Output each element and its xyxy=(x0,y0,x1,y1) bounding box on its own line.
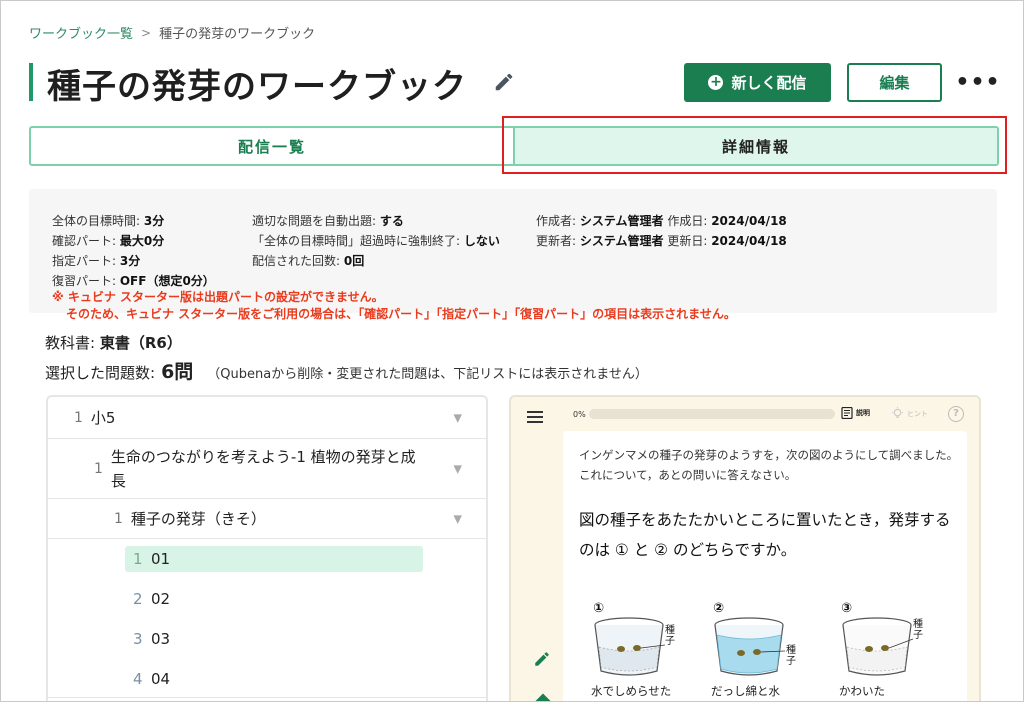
pencil-icon[interactable] xyxy=(493,71,515,93)
breadcrumb-current: 種子の発芽のワークブック xyxy=(159,27,316,42)
tree-divider xyxy=(48,697,486,698)
figure-cup-3: ③ 種子 かわいた xyxy=(839,601,923,698)
starter-notice-line2: そのため、キュビナ スターター版をご利用の場合は、「確認パート」「指定パート」「… xyxy=(66,307,736,321)
tab-bar: 配信一覧 詳細情報 xyxy=(29,126,999,166)
starter-notice-line1: ※ キュビナ スターター版は出題パートの設定ができません。 xyxy=(52,290,384,304)
figure-cup-2: ② 種子 だっし綿と水 xyxy=(711,601,796,698)
info-creator: 作成者: システム管理者 作成日: 2024/04/18 xyxy=(536,214,787,228)
info-total-target-time: 全体の目標時間: 3分 xyxy=(52,214,165,228)
tab-delivery-list[interactable]: 配信一覧 xyxy=(31,128,513,164)
question-intro: インゲンマメの種子の発芽のようすを，次の図のようにして調べました。これについて，… xyxy=(579,448,959,482)
chevron-down-icon[interactable]: ▼ xyxy=(454,512,462,525)
info-column-authors: 作成者: システム管理者 作成日: 2024/04/18 更新者: システム管理… xyxy=(536,211,787,251)
help-icon[interactable]: ? xyxy=(948,406,964,422)
breadcrumb-workbook-list-link[interactable]: ワークブック一覧 xyxy=(29,23,133,42)
info-assigned-part: 指定パート: 3分 xyxy=(52,254,141,268)
info-column-targets: 全体の目標時間: 3分 確認パート: 最大0分 指定パート: 3分 復習パート:… xyxy=(52,211,215,291)
progress-bar xyxy=(589,409,835,419)
new-delivery-label: 新しく配信 xyxy=(731,74,807,92)
tree-question-03[interactable]: 3 03 xyxy=(48,619,486,659)
tree-node-lesson[interactable]: 1 種子の発芽（きそ） ▼ xyxy=(48,499,486,539)
details-info-panel: 全体の目標時間: 3分 確認パート: 最大0分 指定パート: 3分 復習パート:… xyxy=(29,189,997,321)
chevron-down-icon[interactable]: ▼ xyxy=(454,411,462,424)
info-column-settings: 適切な問題を自動出題: する 「全体の目標時間」超過時に強制終了: しない 配信… xyxy=(252,211,500,271)
breadcrumb-separator: > xyxy=(141,25,152,40)
tree-node-grade[interactable]: 1 小5 ▼ xyxy=(48,397,486,439)
question-preview-panel: 0% 説明 ヒント ? インゲンマメの種子の発芽のようすを，次の図のようにして調… xyxy=(509,395,981,701)
new-delivery-button[interactable]: + 新しく配信 xyxy=(684,63,831,102)
progress-percent: 0% xyxy=(573,410,586,419)
cup-water-illustration xyxy=(714,617,786,676)
lightbulb-icon xyxy=(891,407,904,418)
info-force-end: 「全体の目標時間」超過時に強制終了: しない xyxy=(252,234,500,248)
info-updater: 更新者: システム管理者 更新日: 2024/04/18 xyxy=(536,234,787,248)
eraser-tool-icon[interactable] xyxy=(534,693,552,701)
app-window: ワークブック一覧 > 種子の発芽のワークブック 種子の発芽のワークブック + 新… xyxy=(0,0,1024,702)
info-delivery-count: 配信された回数: 0回 xyxy=(252,254,365,268)
question-card: インゲンマメの種子の発芽のようすを，次の図のようにして調べました。これについて，… xyxy=(563,431,967,701)
menu-icon[interactable] xyxy=(527,411,543,423)
question-text: 図の種子をあたたかいところに置いたとき，発芽するのは ① と ② のどちらですか… xyxy=(579,511,951,559)
breadcrumb: ワークブック一覧 > 種子の発芽のワークブック xyxy=(29,23,316,43)
cup-wet-cotton-illustration xyxy=(594,617,666,676)
info-confirm-part: 確認パート: 最大0分 xyxy=(52,234,165,248)
question-count-value: 6問 xyxy=(161,361,194,383)
pencil-tool-icon[interactable] xyxy=(533,650,551,668)
figure-cup-1: ① 種子 水でしめらせた xyxy=(591,601,675,698)
selected-question-count: 選択した問題数: 6問 （Qubenaから削除・変更された問題は、下記リストには… xyxy=(45,357,648,384)
info-review-part: 復習パート: OFF（想定0分） xyxy=(52,274,215,288)
plus-circle-icon: + xyxy=(708,74,724,90)
tree-question-01[interactable]: 1 01 xyxy=(48,539,486,579)
question-tree: 1 小5 ▼ 1 生命のつながりを考えよう-1 植物の発芽と成長 ▼ 1 種子の… xyxy=(46,395,488,701)
question-count-note: （Qubenaから削除・変更された問題は、下記リストには表示されません） xyxy=(207,367,648,382)
document-icon xyxy=(841,407,853,419)
hint-button[interactable]: ヒント xyxy=(891,407,928,420)
textbook-info: 教科書: 東書（R6） xyxy=(45,334,182,352)
tree-question-04[interactable]: 4 04 xyxy=(48,659,486,699)
cup-dry-cotton-illustration xyxy=(842,617,914,676)
page-title: 種子の発芽のワークブック xyxy=(47,67,467,107)
info-auto-question: 適切な問題を自動出題: する xyxy=(252,214,404,228)
edit-button[interactable]: 編集 xyxy=(847,63,942,102)
chevron-down-icon[interactable]: ▼ xyxy=(454,462,462,475)
more-options-icon[interactable]: ••• xyxy=(955,70,999,95)
explanation-button[interactable]: 説明 xyxy=(841,407,870,419)
tree-question-02[interactable]: 2 02 xyxy=(48,579,486,619)
tree-node-unit[interactable]: 1 生命のつながりを考えよう-1 植物の発芽と成長 ▼ xyxy=(48,439,486,499)
tab-details[interactable]: 詳細情報 xyxy=(513,128,997,164)
title-accent-bar xyxy=(29,63,33,101)
experiment-figure: ① 種子 水でしめらせた ② 種子 だっし綿と水 ③ 種子 かわいた xyxy=(591,601,943,701)
